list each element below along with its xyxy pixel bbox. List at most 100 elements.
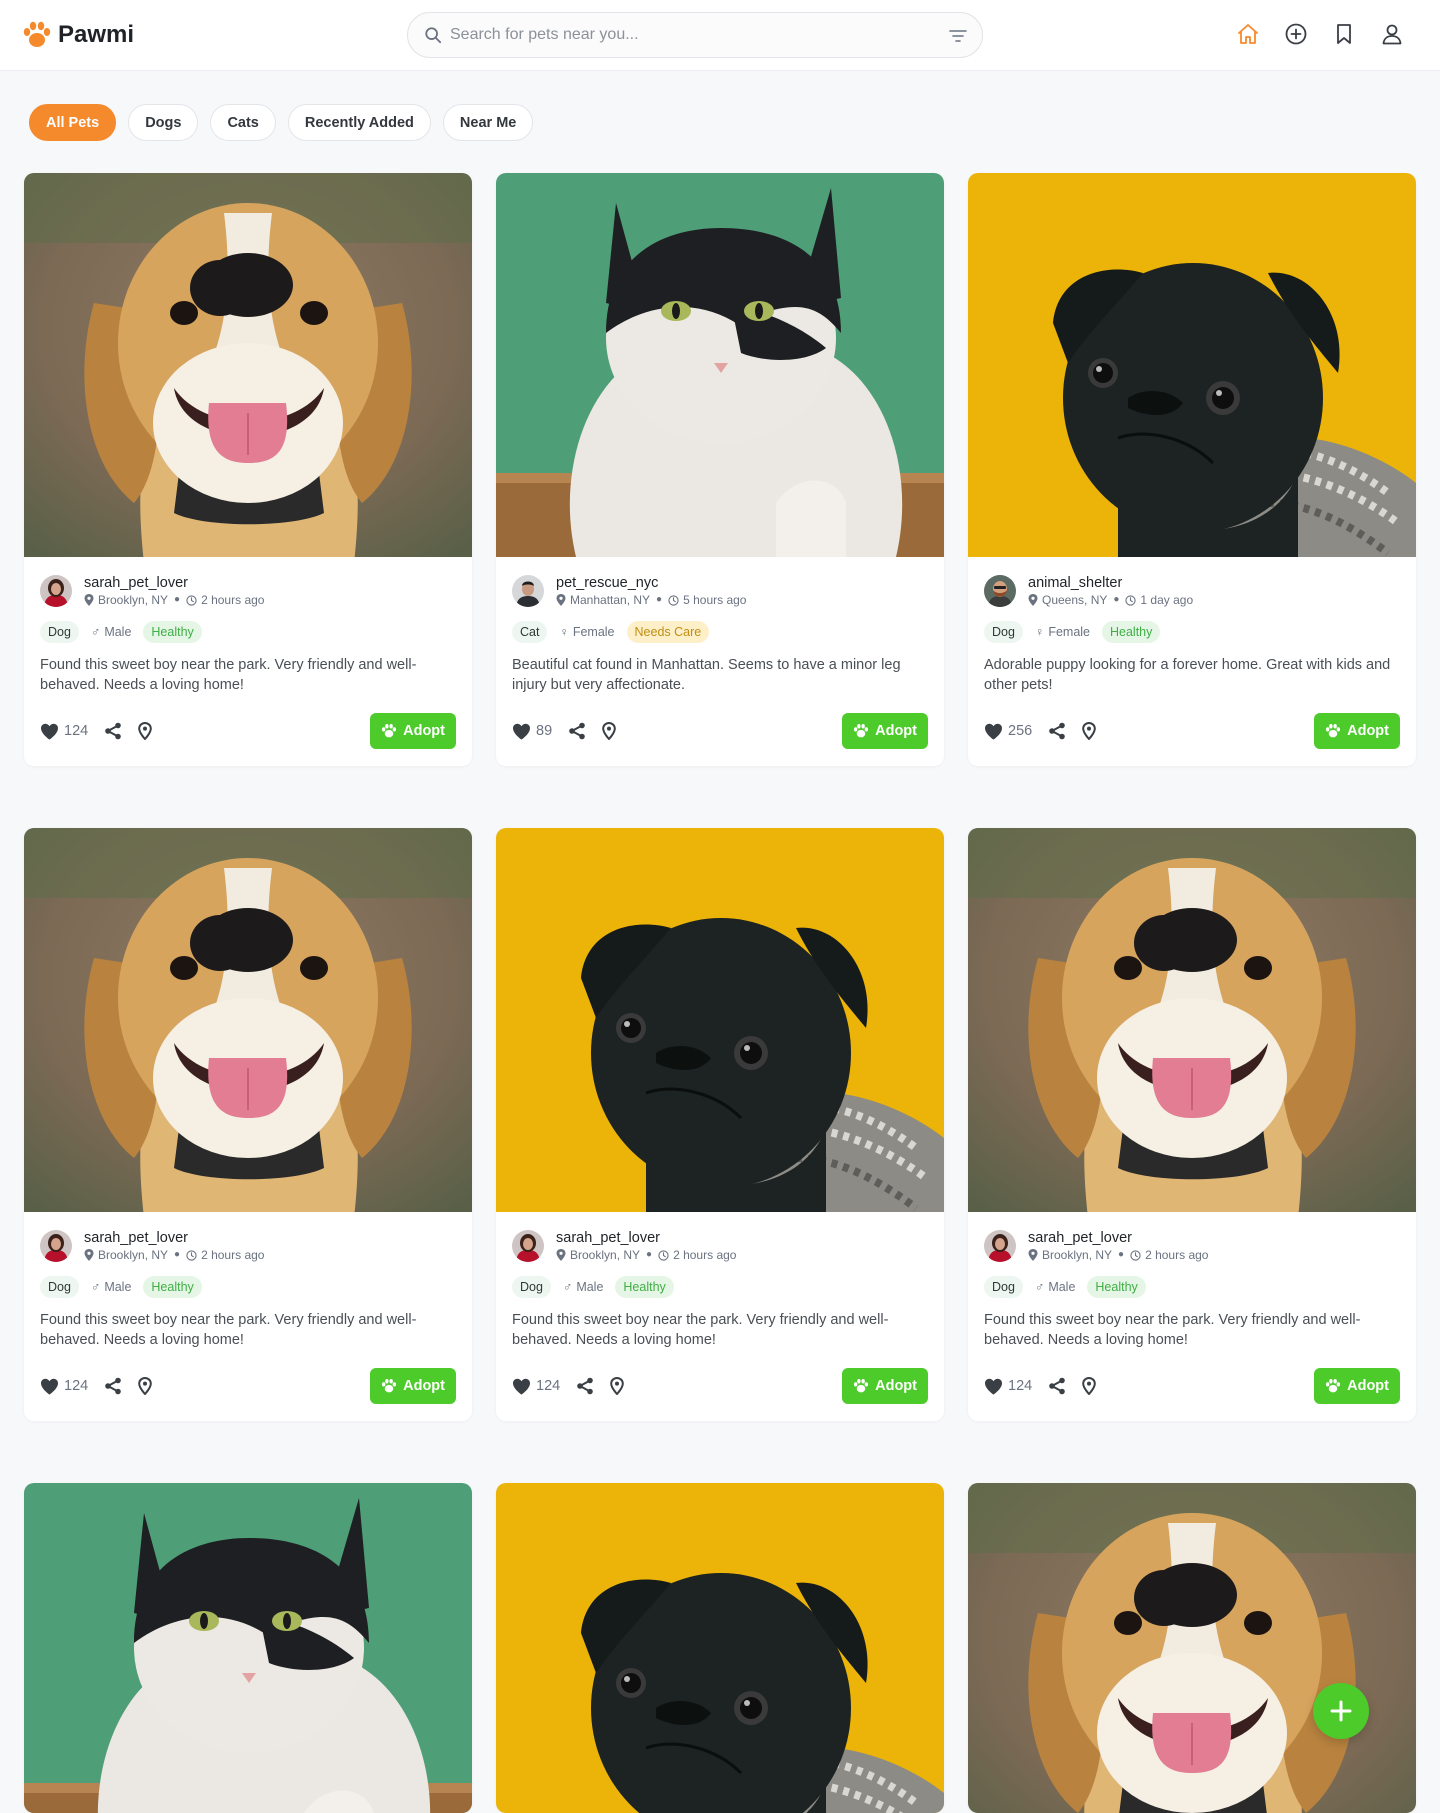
location-text: Brooklyn, NY: [1042, 1248, 1113, 1262]
like-button[interactable]: 124: [512, 1378, 560, 1395]
like-button[interactable]: 256: [984, 723, 1032, 740]
location-pin-icon: [84, 594, 94, 606]
post-description: Found this sweet boy near the park. Very…: [984, 1312, 1361, 1348]
pet-card[interactable]: sarah_pet_lover Brooklyn, NY ● 2 hours a…: [24, 173, 472, 766]
pet-photo[interactable]: [496, 1483, 944, 1813]
location-button[interactable]: [138, 722, 153, 740]
location-button[interactable]: [1082, 722, 1097, 740]
avatar[interactable]: [512, 1230, 544, 1262]
logo[interactable]: Pawmi: [22, 20, 134, 50]
species-tag: Dog: [984, 1276, 1023, 1298]
username[interactable]: sarah_pet_lover: [1028, 1230, 1208, 1246]
adopt-label: Adopt: [875, 1378, 917, 1394]
share-icon: [105, 1377, 122, 1395]
username[interactable]: animal_shelter: [1028, 575, 1193, 591]
adopt-button[interactable]: Adopt: [842, 713, 928, 749]
like-count: 124: [64, 1378, 89, 1394]
filter-dogs[interactable]: Dogs: [128, 104, 199, 141]
gender-label: Male: [576, 1280, 604, 1294]
gender-tag: ♂ Male: [1031, 1276, 1079, 1298]
heart-icon: [41, 723, 58, 740]
create-post-button[interactable]: [1313, 1683, 1369, 1739]
pet-photo[interactable]: [24, 828, 472, 1212]
location-button[interactable]: [1082, 1377, 1097, 1395]
map-pin-icon: [1082, 1377, 1097, 1395]
like-button[interactable]: 124: [40, 723, 88, 740]
pet-card[interactable]: [968, 1483, 1416, 1813]
filter-chips: All Pets Dogs Cats Recently Added Near M…: [29, 104, 534, 141]
adopt-button[interactable]: Adopt: [1314, 713, 1400, 749]
like-button[interactable]: 124: [40, 1378, 88, 1395]
filter-all-pets[interactable]: All Pets: [29, 104, 117, 141]
separator-dot: ●: [174, 1249, 181, 1260]
adopt-label: Adopt: [875, 723, 917, 739]
adopt-button[interactable]: Adopt: [1314, 1368, 1400, 1404]
location-button[interactable]: [602, 722, 616, 740]
add-icon[interactable]: [1284, 22, 1308, 46]
pet-photo[interactable]: [496, 828, 944, 1212]
post-description: Beautiful cat found in Manhattan. Seems …: [512, 657, 901, 693]
pet-card[interactable]: pet_rescue_nyc Manhattan, NY ● 5 hours a…: [496, 173, 944, 766]
avatar[interactable]: [40, 1230, 72, 1262]
paw-icon: [382, 723, 397, 738]
share-icon: [1049, 1377, 1066, 1395]
username[interactable]: sarah_pet_lover: [84, 1230, 264, 1246]
bookmark-icon[interactable]: [1332, 22, 1356, 46]
pet-photo[interactable]: [496, 173, 944, 557]
post-description: Found this sweet boy near the park. Very…: [40, 1312, 417, 1348]
pet-card[interactable]: animal_shelter Queens, NY ● 1 day ago Do…: [968, 173, 1416, 766]
username[interactable]: pet_rescue_nyc: [556, 575, 746, 591]
map-pin-icon: [1082, 722, 1097, 740]
share-button[interactable]: [568, 722, 586, 740]
share-button[interactable]: [576, 1377, 594, 1395]
adopt-button[interactable]: Adopt: [370, 713, 456, 749]
post-description: Found this sweet boy near the park. Very…: [512, 1312, 889, 1348]
time-text: 5 hours ago: [683, 593, 747, 607]
like-button[interactable]: 89: [512, 723, 552, 740]
username[interactable]: sarah_pet_lover: [556, 1230, 736, 1246]
share-button[interactable]: [104, 722, 122, 740]
filter-near-me[interactable]: Near Me: [442, 104, 534, 141]
home-icon[interactable]: [1236, 22, 1260, 46]
map-pin-icon: [610, 1377, 625, 1395]
gender-label: Female: [1048, 625, 1090, 639]
filter-icon[interactable]: [948, 26, 968, 46]
pet-card[interactable]: [496, 1483, 944, 1813]
pet-card[interactable]: [24, 1483, 472, 1813]
location-button[interactable]: [610, 1377, 625, 1395]
location-button[interactable]: [138, 1377, 153, 1395]
username[interactable]: sarah_pet_lover: [84, 575, 264, 591]
adopt-button[interactable]: Adopt: [842, 1368, 928, 1404]
like-count: 124: [1008, 1378, 1033, 1394]
avatar[interactable]: [40, 575, 72, 607]
pet-card[interactable]: sarah_pet_lover Brooklyn, NY ● 2 hours a…: [496, 828, 944, 1421]
adopt-label: Adopt: [1347, 1378, 1389, 1394]
search-bar: [407, 12, 983, 58]
like-button[interactable]: 124: [984, 1378, 1032, 1395]
app-name: Pawmi: [58, 21, 135, 48]
search-input[interactable]: [450, 26, 920, 44]
adopt-label: Adopt: [1347, 723, 1389, 739]
adopt-button[interactable]: Adopt: [370, 1368, 456, 1404]
pet-card[interactable]: sarah_pet_lover Brooklyn, NY ● 2 hours a…: [968, 828, 1416, 1421]
avatar[interactable]: [984, 575, 1016, 607]
user-icon[interactable]: [1380, 22, 1404, 46]
gender-icon: ♀: [1034, 625, 1045, 639]
separator-dot: ●: [174, 594, 181, 605]
filter-recently-added[interactable]: Recently Added: [287, 104, 431, 141]
share-button[interactable]: [1048, 1377, 1066, 1395]
pet-card[interactable]: sarah_pet_lover Brooklyn, NY ● 2 hours a…: [24, 828, 472, 1421]
pet-photo[interactable]: [24, 1483, 472, 1813]
pet-photo[interactable]: [24, 173, 472, 557]
share-icon: [569, 722, 585, 740]
pet-photo[interactable]: [968, 1483, 1416, 1813]
share-button[interactable]: [1048, 722, 1066, 740]
separator-dot: ●: [656, 594, 663, 605]
search-icon: [425, 27, 442, 44]
avatar[interactable]: [984, 1230, 1016, 1262]
filter-cats[interactable]: Cats: [210, 104, 276, 141]
avatar[interactable]: [512, 575, 544, 607]
pet-photo[interactable]: [968, 173, 1416, 557]
share-button[interactable]: [104, 1377, 122, 1395]
pet-photo[interactable]: [968, 828, 1416, 1212]
